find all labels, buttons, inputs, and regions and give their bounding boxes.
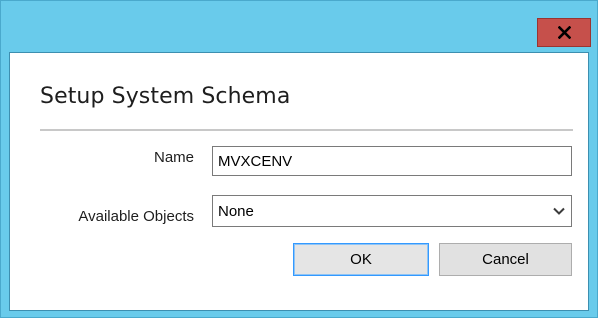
close-button[interactable] [537, 18, 591, 47]
close-icon [557, 26, 571, 39]
dialog-client-area: Setup System Schema Name Available Objec… [9, 52, 589, 311]
available-objects-value: None [218, 203, 254, 220]
page-title: Setup System Schema [40, 84, 291, 109]
available-objects-label: Available Objects [78, 208, 194, 225]
cancel-button[interactable]: Cancel [439, 243, 572, 276]
available-objects-select[interactable]: None [212, 195, 572, 227]
name-label: Name [153, 149, 194, 166]
ok-button[interactable]: OK [293, 243, 429, 276]
title-bar[interactable] [1, 1, 597, 52]
dialog-window: Setup System Schema Name Available Objec… [0, 0, 598, 318]
name-field[interactable] [212, 146, 572, 176]
title-divider [40, 129, 573, 132]
chevron-down-icon [553, 207, 565, 215]
